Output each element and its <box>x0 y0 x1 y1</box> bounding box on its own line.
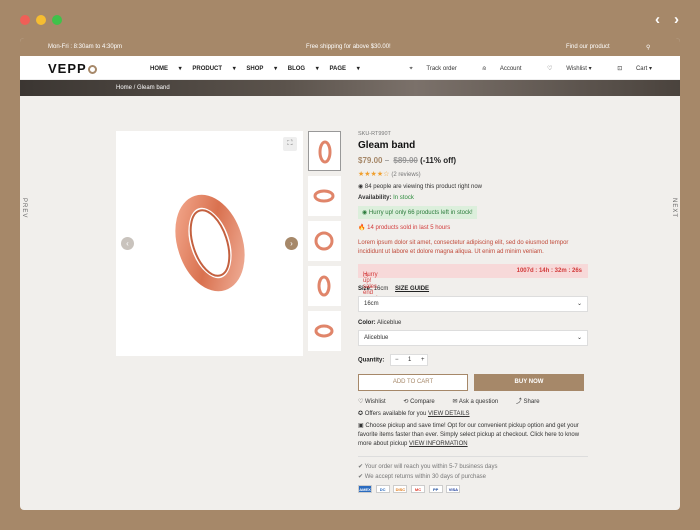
heart-icon: ♡ <box>547 66 553 72</box>
view-details-link[interactable]: VIEW DETAILS <box>428 411 470 417</box>
offers-row: ✪ Offers available for you VIEW DETAILS <box>358 411 470 417</box>
quantity-row: Quantity: − 1 + <box>358 354 588 366</box>
ask-question-button[interactable]: ✉ Ask a question <box>452 399 506 405</box>
qty-minus-button[interactable]: − <box>395 357 399 363</box>
prev-product-link[interactable]: PREV <box>21 198 27 218</box>
zoom-icon[interactable]: ⛶ <box>283 137 297 151</box>
view-information-link[interactable]: VIEW INFORMATION <box>409 441 468 447</box>
buy-now-button[interactable]: BUY NOW <box>474 374 584 391</box>
gallery-prev-button[interactable]: ‹ <box>121 237 134 250</box>
header-actions: ⌖ Track order ⍝ Account ♡ Wishlist ▾ ⊡ C… <box>385 65 652 73</box>
check-icon: ◉ <box>362 210 368 216</box>
maximize-window-button[interactable] <box>52 15 62 25</box>
store-hours: Mon-Fri : 8:30am to 4:30pm <box>48 44 123 50</box>
user-icon: ⍝ <box>482 66 487 72</box>
cart-link[interactable]: ⊡ Cart ▾ <box>605 66 652 72</box>
account-link[interactable]: ⍝ Account <box>471 66 522 72</box>
color-select[interactable]: Aliceblue ⌄ <box>358 330 588 346</box>
gallery-next-button[interactable]: › <box>285 237 298 250</box>
shipping-promo: Free shipping for above $30.00! <box>306 44 391 50</box>
main-header: VEPP HOME ▾ PRODUCT ▾ SHOP ▾ BLOG ▾ PAGE… <box>20 56 680 80</box>
paypal-icon: PP <box>428 485 443 493</box>
rating-stars[interactable]: ★★★★☆ (2 reviews) <box>358 170 588 178</box>
color-label: Color: Aliceblue <box>358 320 402 326</box>
size-select[interactable]: 16cm ⌄ <box>358 296 588 312</box>
wishlist-button[interactable]: ♡ Wishlist <box>358 399 394 405</box>
sold-count: 🔥 14 products sold in last 5 hours <box>358 225 451 231</box>
product-price: $79.00 – $89.00 (-11% off) <box>358 156 457 165</box>
menu-product[interactable]: PRODUCT ▾ <box>192 66 235 72</box>
menu-shop[interactable]: SHOP ▾ <box>246 66 277 72</box>
pickup-info: ▣ Choose pickup and save time! Opt for o… <box>358 423 580 447</box>
delivery-notes: ✔ Your order will reach you within 5-7 b… <box>358 464 498 480</box>
amex-icon: AMEX <box>358 485 372 493</box>
product-title: Gleam band <box>358 140 416 151</box>
product-actions: ♡ Wishlist ⟲ Compare ✉ Ask a question ⤴ … <box>358 396 588 405</box>
add-to-cart-button[interactable]: ADD TO CART <box>358 374 468 391</box>
store-icon: ▣ <box>358 423 364 429</box>
find-product-link[interactable]: Find our product <box>566 44 610 50</box>
thumbnail[interactable] <box>308 311 341 351</box>
size-label: Size: 16cm SIZE GUIDE <box>358 286 430 292</box>
product-sku: SKU-RT990T <box>358 131 391 137</box>
payment-icons: AMEX DC DISC MC PP VISA <box>358 485 588 493</box>
topbar: Mon-Fri : 8:30am to 4:30pm Free shipping… <box>20 38 680 56</box>
thumbnail[interactable] <box>308 176 341 216</box>
check-icon: ✔ <box>358 464 364 470</box>
menu-page[interactable]: PAGE ▾ <box>329 66 359 72</box>
compare-button[interactable]: ⟲ Compare <box>403 399 442 405</box>
discount-badge: (-11% off) <box>420 156 457 165</box>
fire-icon: 🔥 <box>358 225 366 231</box>
product-description: Lorem ipsum dolor sit amet, consectetur … <box>358 240 569 255</box>
product-main-image[interactable]: ⛶ ‹ › <box>116 131 303 356</box>
browser-forward-button[interactable]: › <box>674 11 679 29</box>
viewers-text: ◉ 84 people are viewing this product rig… <box>358 184 482 190</box>
reviews-link: (2 reviews) <box>391 172 421 178</box>
menu-home[interactable]: HOME ▾ <box>150 66 182 72</box>
size-guide-link[interactable]: SIZE GUIDE <box>395 286 429 292</box>
browser-back-button[interactable]: ‹ <box>655 11 660 29</box>
thumbnail[interactable] <box>308 131 341 171</box>
check-icon: ✔ <box>358 474 364 480</box>
mastercard-icon: MC <box>411 485 426 493</box>
visa-icon: VISA <box>446 485 461 493</box>
menu-blog[interactable]: BLOG ▾ <box>288 66 319 72</box>
share-button[interactable]: ⤴ Share <box>516 399 548 405</box>
qty-plus-button[interactable]: + <box>421 357 425 363</box>
quantity-stepper[interactable]: − 1 + <box>390 354 429 366</box>
thumbnail-list <box>308 131 341 356</box>
chevron-down-icon: ⌄ <box>576 335 582 341</box>
product-info: SKU-RT990T Gleam band $79.00 – $89.00 (-… <box>358 131 588 493</box>
logo[interactable]: VEPP <box>48 61 97 76</box>
offer-icon: ✪ <box>358 411 364 417</box>
ring-image <box>175 194 245 292</box>
stock-alert: ◉ Hurry up! only 66 products left in sto… <box>358 206 477 219</box>
availability: Availability: In stock <box>358 195 414 201</box>
breadcrumb-banner: Home / Gleam band <box>20 80 680 96</box>
track-order-link[interactable]: ⌖ Track order <box>397 66 457 72</box>
next-product-link[interactable]: NEXT <box>671 198 677 218</box>
thumbnail[interactable] <box>308 221 341 261</box>
close-window-button[interactable] <box>20 15 30 25</box>
breadcrumb[interactable]: Home / Gleam band <box>116 85 170 91</box>
discover-icon: DISC <box>393 485 408 493</box>
eye-icon: ◉ <box>358 184 364 190</box>
minimize-window-button[interactable] <box>36 15 46 25</box>
search-icon[interactable]: ⚲ <box>646 44 650 51</box>
diners-club-icon: DC <box>375 485 390 493</box>
thumbnail[interactable] <box>308 266 341 306</box>
wishlist-link[interactable]: ♡ Wishlist ▾ <box>535 66 591 72</box>
chevron-down-icon: ⌄ <box>576 301 582 307</box>
location-icon: ⌖ <box>409 66 413 72</box>
cart-icon: ⊡ <box>617 66 623 72</box>
old-price: $89.00 <box>393 156 418 165</box>
countdown-timer: 1007d : 14h : 32m : 26s <box>516 268 582 274</box>
sale-countdown: ◷ Hurry up! sales end soon! 1007d : 14h … <box>358 264 588 302</box>
page-frame: Mon-Fri : 8:30am to 4:30pm Free shipping… <box>20 38 680 510</box>
main-menu: HOME ▾ PRODUCT ▾ SHOP ▾ BLOG ▾ PAGE ▾ <box>150 65 369 72</box>
qty-value[interactable]: 1 <box>408 357 411 363</box>
